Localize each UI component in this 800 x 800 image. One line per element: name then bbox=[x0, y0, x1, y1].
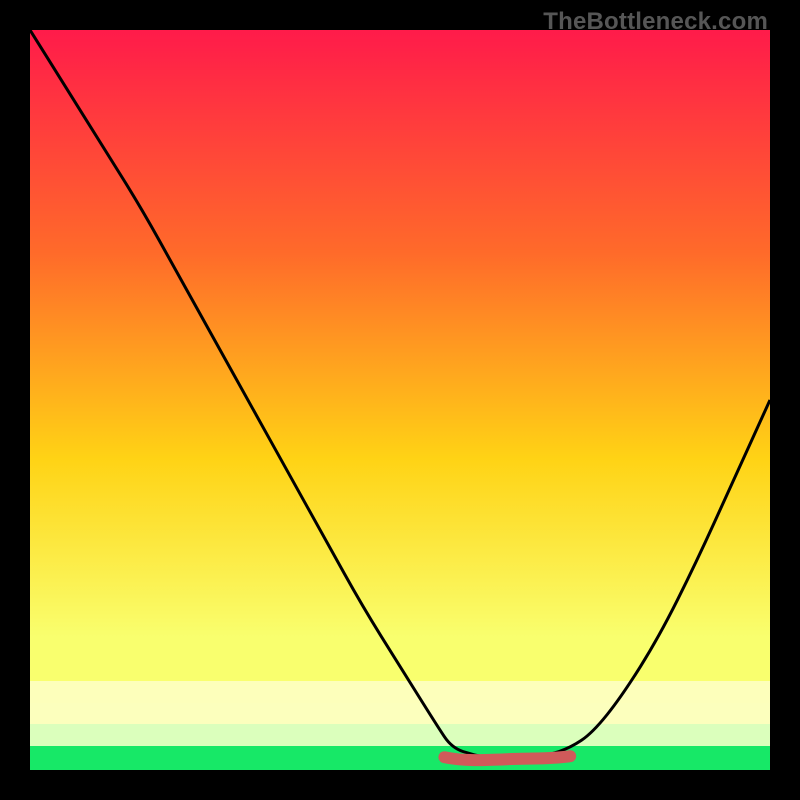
plot-area bbox=[30, 30, 770, 770]
curve-layer bbox=[30, 30, 770, 770]
chart-frame: TheBottleneck.com bbox=[0, 0, 800, 800]
bottleneck-curve bbox=[30, 30, 770, 759]
accent-segment bbox=[444, 756, 570, 760]
